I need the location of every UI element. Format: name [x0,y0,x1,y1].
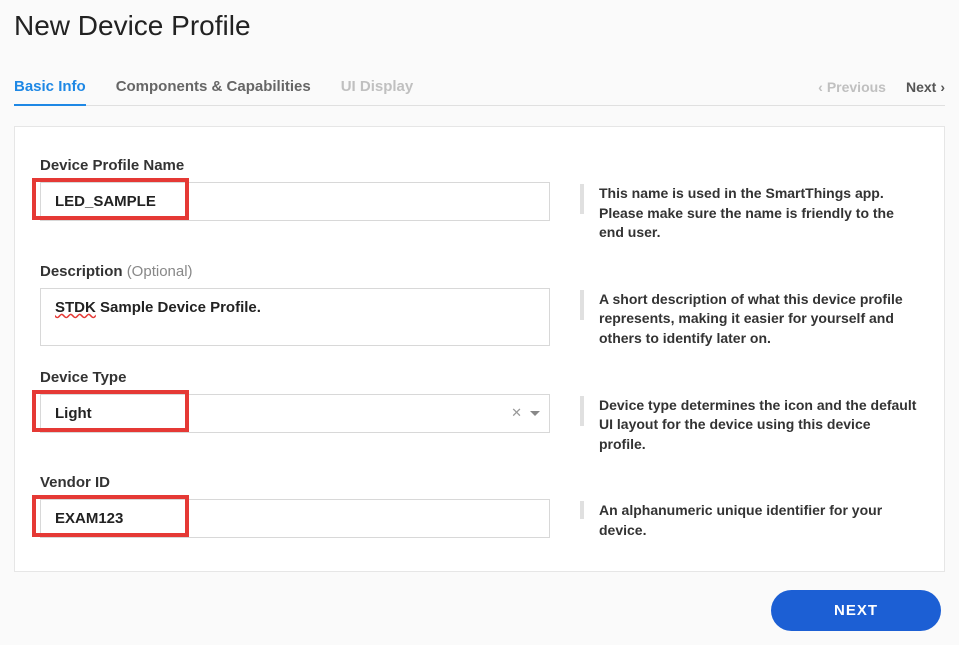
description-optional-tag: (Optional) [127,263,193,280]
next-button[interactable]: NEXT [771,590,941,631]
spellcheck-underline: STDK [55,299,96,316]
device-type-help: Device type determines the icon and the … [599,396,919,455]
divider [580,501,584,519]
vendor-id-input[interactable] [40,499,550,538]
tab-basic-info[interactable]: Basic Info [14,68,86,105]
device-profile-name-input[interactable] [40,182,550,221]
chevron-down-icon[interactable] [530,411,540,416]
device-profile-name-help: This name is used in the SmartThings app… [599,184,919,243]
clear-icon[interactable]: ✕ [511,405,522,421]
vendor-id-help: An alphanumeric unique identifier for yo… [599,501,919,540]
nav-next-label: Next [906,79,936,95]
description-help: A short description of what this device … [599,290,919,349]
description-text-rest: Sample Device Profile. [96,299,261,316]
tab-ui-display: UI Display [341,68,414,105]
form-panel: Device Profile Name This name is used in… [14,126,945,572]
vendor-id-label: Vendor ID [40,474,919,491]
nav-previous: ‹ Previous [818,79,886,95]
nav-previous-label: Previous [827,79,886,95]
device-type-label: Device Type [40,369,919,386]
device-type-select[interactable]: Light [40,394,550,433]
chevron-left-icon: ‹ [818,79,823,95]
divider [580,184,584,214]
nav-next[interactable]: Next › [906,79,945,95]
description-label: Description (Optional) [40,263,919,280]
description-label-text: Description [40,263,123,280]
description-input[interactable]: STDK Sample Device Profile. [40,288,550,346]
divider [580,290,584,320]
page-title: New Device Profile [14,10,945,42]
device-profile-name-label: Device Profile Name [40,157,919,174]
chevron-right-icon: › [940,79,945,95]
tab-bar: Basic Info Components & Capabilities UI … [14,68,945,106]
tab-components-capabilities[interactable]: Components & Capabilities [116,68,311,105]
divider [580,396,584,426]
